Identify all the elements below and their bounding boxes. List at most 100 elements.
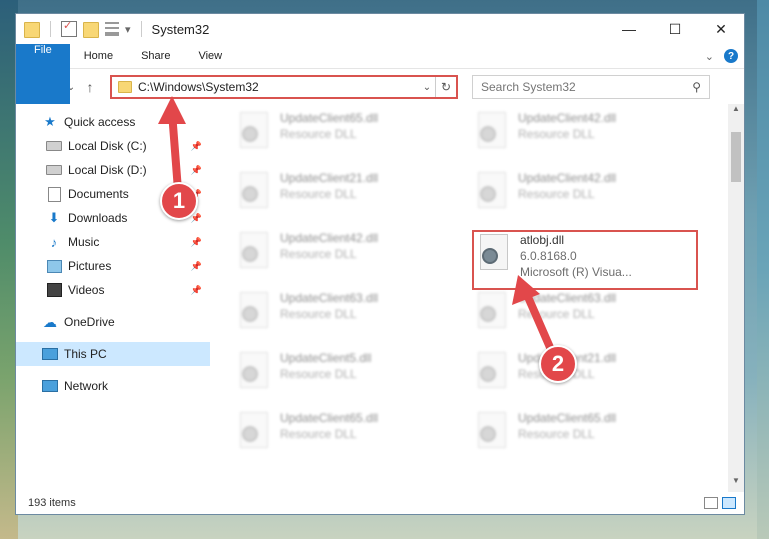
ribbon-right-controls: ⌄ ?	[705, 44, 744, 68]
sidebar-item-videos[interactable]: Videos 📌	[16, 278, 210, 302]
address-path[interactable]: C:\Windows\System32	[138, 80, 259, 94]
dll-file-icon	[236, 232, 270, 276]
dll-file-icon	[474, 352, 508, 396]
large-icons-view-icon[interactable]	[722, 497, 736, 509]
view-switcher	[704, 497, 744, 509]
sidebar-item-network[interactable]: Network	[16, 374, 210, 398]
computer-icon	[42, 347, 58, 361]
sidebar-item-label: Videos	[68, 283, 105, 297]
dll-file-icon	[474, 112, 508, 156]
videos-icon	[46, 283, 62, 297]
refresh-icon[interactable]: ↻	[435, 77, 456, 97]
dll-file-icon	[474, 172, 508, 216]
sidebar-item-local-disk-c[interactable]: Local Disk (C:) 📌	[16, 134, 210, 158]
navigation-pane: ★ Quick access Local Disk (C:) 📌 Local D…	[16, 104, 210, 492]
properties-checkmark-icon[interactable]	[61, 19, 77, 37]
search-icon[interactable]: ⚲	[692, 80, 701, 94]
file-version: 6.0.8168.0	[520, 249, 577, 263]
tab-home[interactable]: Home	[70, 44, 127, 68]
file-description: Resource DLL	[280, 127, 357, 141]
customize-dropdown-icon[interactable]: ▾	[125, 23, 131, 36]
sidebar-item-quick-access[interactable]: ★ Quick access	[16, 110, 210, 134]
address-dropdown-icon[interactable]: ⌄	[419, 82, 435, 93]
folder-icon	[24, 22, 40, 38]
dll-file-icon	[236, 172, 270, 216]
scrollbar-thumb[interactable]	[731, 132, 741, 182]
details-view-icon[interactable]	[704, 497, 718, 509]
up-arrow-icon[interactable]: ↑	[78, 79, 102, 95]
file-item[interactable]: UpdateClient42.dll Resource DLL	[474, 170, 712, 230]
window-title: System32	[151, 21, 210, 37]
file-item[interactable]: UpdateClient21.dllResource DLL	[474, 350, 712, 410]
scroll-down-icon[interactable]: ▼	[728, 476, 744, 492]
tab-file[interactable]: File	[16, 44, 70, 104]
pin-icon[interactable]: 📌	[191, 237, 202, 248]
close-button[interactable]: ✕	[698, 14, 744, 44]
tab-share[interactable]: Share	[127, 44, 184, 68]
address-bar[interactable]: C:\Windows\System32 ⌄ ↻	[110, 75, 458, 99]
download-icon: ⬇	[48, 210, 60, 225]
file-item[interactable]: UpdateClient63.dll Resource DLL	[236, 290, 474, 350]
toolbar-divider	[50, 21, 51, 37]
callout-badge-2: 2	[539, 345, 577, 383]
desktop-wallpaper-right	[757, 0, 769, 539]
search-input[interactable]	[481, 80, 693, 94]
file-name: UpdateClient42.dll	[518, 111, 617, 125]
vertical-scrollbar[interactable]: ▲ ▼	[728, 104, 744, 492]
cloud-icon: ☁	[43, 313, 57, 330]
file-name: UpdateClient65.dll	[280, 111, 379, 125]
scroll-up-icon[interactable]: ▲	[728, 104, 744, 120]
new-folder-icon[interactable]	[83, 22, 99, 38]
sidebar-item-label: Quick access	[64, 115, 136, 129]
maximize-button[interactable]: ☐	[652, 14, 698, 44]
file-name: UpdateClient65.dll	[518, 411, 617, 425]
callout-badge-1: 1	[160, 182, 198, 220]
sidebar-item-this-pc[interactable]: This PC	[16, 342, 210, 366]
file-item[interactable]: UpdateClient21.dllResource DLL	[236, 170, 474, 230]
tab-view[interactable]: View	[184, 44, 236, 68]
minimize-button[interactable]: —	[606, 14, 652, 44]
sidebar-item-local-disk-d[interactable]: Local Disk (D:) 📌	[16, 158, 210, 182]
file-item[interactable]: UpdateClient65.dll Resource DLL	[236, 110, 474, 170]
file-grid: UpdateClient65.dll Resource DLL UpdateCli…	[236, 104, 744, 470]
file-description: Resource DLL	[280, 367, 357, 381]
sidebar-item-label: Documents	[68, 187, 129, 201]
expand-ribbon-icon[interactable]: ⌄	[705, 50, 714, 63]
sidebar-item-music[interactable]: ♪ Music 📌	[16, 230, 210, 254]
customize-toolbar-icon[interactable]	[105, 22, 119, 36]
dll-file-icon	[236, 412, 270, 456]
file-description: Resource DLL	[280, 187, 357, 201]
search-box[interactable]: ⚲	[472, 75, 710, 99]
sidebar-item-label: Downloads	[68, 211, 128, 225]
file-item[interactable]: UpdateClient42.dll Resource DLL	[474, 110, 712, 170]
file-item[interactable]: UpdateClient63.dll Resource DLL	[474, 290, 712, 350]
file-name: atlobj.dll	[520, 233, 565, 247]
file-item[interactable]: UpdateClient65.dll Resource DLL	[236, 410, 474, 470]
file-list: UpdateClient65.dll Resource DLL UpdateCli…	[210, 104, 744, 492]
explorer-content: ★ Quick access Local Disk (C:) 📌 Local D…	[16, 104, 744, 492]
pin-icon[interactable]: 📌	[191, 165, 202, 176]
file-item[interactable]: UpdateClient65.dll Resource DLL	[474, 410, 712, 470]
sidebar-item-onedrive[interactable]: ☁ OneDrive	[16, 310, 210, 334]
ribbon-tabs: File Home Share View ⌄ ?	[16, 44, 744, 104]
dll-file-icon	[474, 412, 508, 456]
help-icon[interactable]: ?	[724, 49, 738, 63]
file-name: UpdateClient42.dll	[518, 171, 617, 185]
file-item[interactable]: UpdateClient5.dll Resource DLL	[236, 350, 474, 410]
sidebar-item-label: Local Disk (C:)	[68, 139, 147, 153]
navigation-bar: ← → ⌄ ↑ C:\Windows\System32 ⌄ ↻ ⚲	[16, 69, 744, 105]
sidebar-item-label: OneDrive	[64, 315, 115, 329]
pin-icon[interactable]: 📌	[191, 285, 202, 296]
status-bar: 193 items	[16, 492, 744, 514]
file-item-atlobj[interactable]: atlobj.dll 6.0.8168.0 Microsoft (R) Visu…	[472, 230, 698, 290]
pin-icon[interactable]: 📌	[191, 141, 202, 152]
file-item[interactable]: UpdateClient42.dll Resource DLL	[236, 230, 474, 290]
pin-icon[interactable]: 📌	[191, 261, 202, 272]
file-description: Resource DLL	[280, 307, 357, 321]
file-name: UpdateClient42.dll	[280, 231, 379, 245]
file-description: Resource DLL	[280, 427, 357, 441]
item-count: 193 items	[28, 497, 76, 509]
file-description: Resource DLL	[518, 307, 595, 321]
sidebar-item-pictures[interactable]: Pictures 📌	[16, 254, 210, 278]
file-name: UpdateClient63.dll	[280, 291, 379, 305]
